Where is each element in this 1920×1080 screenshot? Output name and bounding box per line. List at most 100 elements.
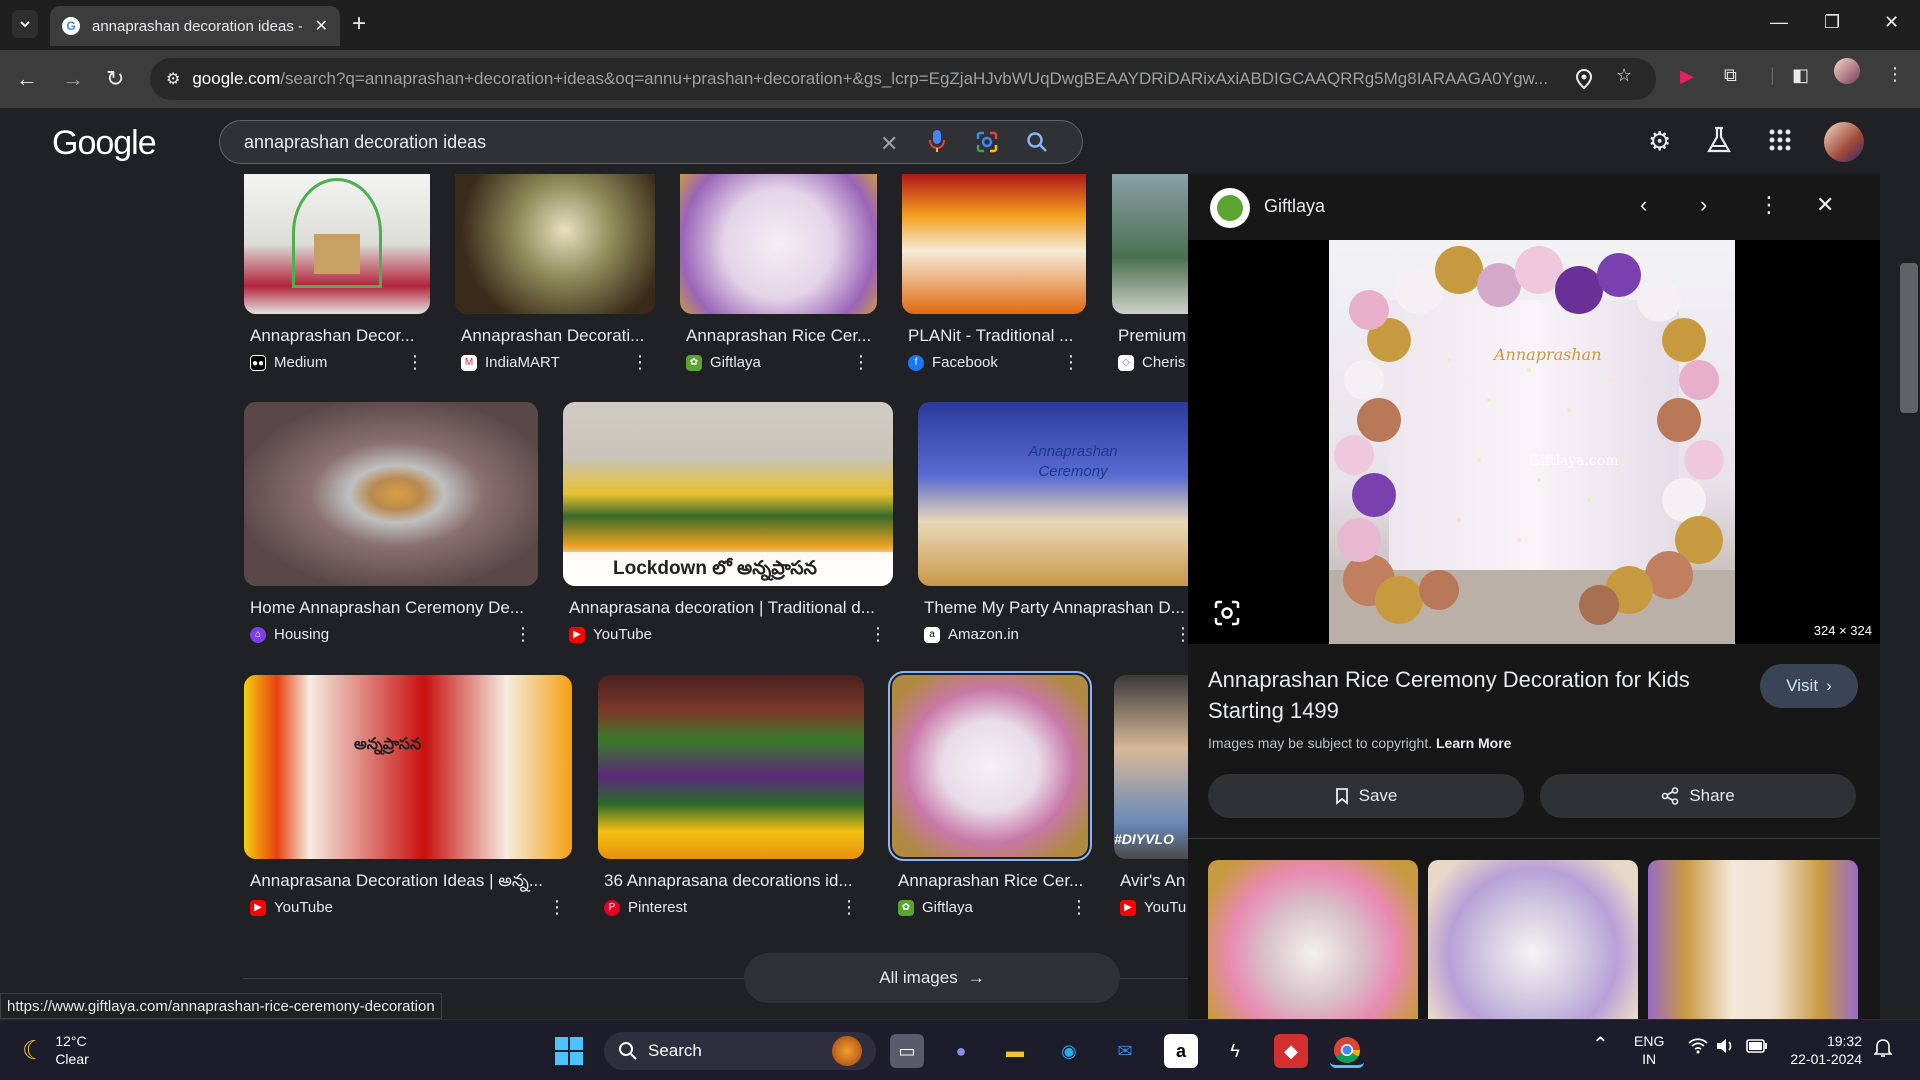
result-thumbnail[interactable]: #DIYVLO <box>1114 675 1188 859</box>
forward-icon[interactable]: → <box>62 66 84 92</box>
result-more-icon[interactable]: ⋮ <box>852 352 870 373</box>
result-more-icon[interactable]: ⋮ <box>514 624 532 645</box>
winamp-icon[interactable]: ϟ <box>1218 1034 1252 1068</box>
share-button[interactable]: Share <box>1540 774 1856 818</box>
result-more-icon[interactable]: ⋮ <box>1174 624 1188 645</box>
lens-search-icon[interactable] <box>976 131 998 159</box>
tab-search-button[interactable] <box>12 10 38 38</box>
google-apps-icon[interactable] <box>1768 128 1792 159</box>
result-caption[interactable]: Annaprasana Decoration Ideas | అన్న... <box>250 871 570 895</box>
result-thumbnail[interactable] <box>1112 174 1188 314</box>
related-image[interactable] <box>1428 860 1638 1019</box>
all-images-button[interactable]: All images → <box>744 953 1120 1003</box>
result-more-icon[interactable]: ⋮ <box>869 624 887 645</box>
google-account-avatar[interactable] <box>1824 122 1864 162</box>
result-source[interactable]: ●● Medium <box>250 354 327 371</box>
result-source[interactable]: ⌂ Housing <box>250 626 329 643</box>
scrollbar-thumb[interactable] <box>1900 263 1918 413</box>
volume-icon[interactable] <box>1716 1038 1734 1058</box>
mail-icon[interactable]: ✉ <box>1108 1034 1142 1068</box>
result-more-icon[interactable]: ⋮ <box>1070 897 1088 918</box>
search-box[interactable]: ✕ <box>219 120 1083 164</box>
previous-image-icon[interactable]: ‹ <box>1640 192 1647 218</box>
bookmark-star-icon[interactable]: ☆ <box>1616 65 1632 86</box>
result-caption[interactable]: PLANit - Traditional ... <box>908 326 1086 346</box>
search-inside-image-icon[interactable] <box>1214 600 1240 633</box>
result-caption[interactable]: Annaprashan Rice Cer... <box>686 326 876 346</box>
result-more-icon[interactable]: ⋮ <box>631 352 649 373</box>
result-thumbnail[interactable]: Annaprashan Ceremony <box>918 402 1188 586</box>
anydesk-icon[interactable]: ◆ <box>1274 1034 1308 1068</box>
search-icon[interactable] <box>1026 131 1048 159</box>
task-view-icon[interactable]: ▭ <box>890 1034 924 1068</box>
start-menu-icon[interactable] <box>552 1034 586 1068</box>
result-caption[interactable]: Premium <box>1118 326 1188 346</box>
result-thumbnail[interactable]: Lockdown లో అన్నప్రాసన <box>563 402 893 586</box>
result-thumbnail[interactable]: అన్నప్రాసన <box>244 675 572 859</box>
back-icon[interactable]: ← <box>16 66 38 92</box>
url-text[interactable]: google.com/search?q=annaprashan+decorati… <box>192 69 1572 89</box>
result-caption[interactable]: Home Annaprashan Ceremony De... <box>250 598 536 618</box>
search-input[interactable] <box>244 131 844 153</box>
result-source[interactable]: ▶ YouTu <box>1120 899 1186 916</box>
edge-browser-icon[interactable]: ◉ <box>1052 1034 1086 1068</box>
extension-arrow-icon[interactable]: ▶ <box>1680 66 1694 87</box>
result-thumbnail[interactable] <box>598 675 864 859</box>
site-info-icon[interactable]: ⚙ <box>166 69 180 89</box>
result-source[interactable]: P Pinterest <box>604 899 687 916</box>
search-labs-icon[interactable] <box>1706 126 1732 161</box>
file-explorer-icon[interactable]: ▬ <box>998 1034 1032 1068</box>
result-thumbnail[interactable] <box>680 174 877 314</box>
battery-icon[interactable] <box>1746 1039 1768 1057</box>
result-more-icon[interactable]: ⋮ <box>406 352 424 373</box>
google-logo[interactable]: Google <box>52 124 157 163</box>
clock[interactable]: 19:32 22-01-2024 <box>1786 1032 1862 1068</box>
side-panel-icon[interactable]: ◧ <box>1792 65 1809 86</box>
related-image[interactable] <box>1208 860 1418 1019</box>
new-tab-button[interactable]: + <box>352 10 366 38</box>
result-caption[interactable]: Annaprashan Decor... <box>250 326 430 346</box>
notification-bell-icon[interactable] <box>1873 1038 1893 1062</box>
profile-avatar-small[interactable] <box>1834 58 1860 84</box>
clear-search-icon[interactable]: ✕ <box>880 131 898 157</box>
result-caption[interactable]: Annaprashan Rice Cer... <box>898 871 1088 891</box>
result-source[interactable]: ◇ Cheris <box>1118 354 1185 371</box>
giftlaya-logo-icon[interactable] <box>1210 188 1250 228</box>
result-thumbnail[interactable] <box>888 671 1092 861</box>
window-close-icon[interactable]: ✕ <box>1884 12 1899 33</box>
result-source[interactable]: ▶ YouTube <box>569 626 652 643</box>
amazon-app-icon[interactable]: a <box>1164 1034 1198 1068</box>
wifi-icon[interactable] <box>1688 1038 1708 1057</box>
weather-widget[interactable]: ☾ 12°C Clear <box>22 1032 89 1068</box>
show-hidden-icons-icon[interactable]: ⌃ <box>1592 1035 1609 1055</box>
close-panel-icon[interactable]: ✕ <box>1816 192 1834 218</box>
location-icon[interactable] <box>1575 68 1593 94</box>
taskbar-search[interactable]: Search <box>604 1032 876 1070</box>
browser-tab-active[interactable]: G annaprashan decoration ideas - Google … <box>50 6 340 46</box>
chrome-menu-icon[interactable]: ⋮ <box>1886 64 1904 85</box>
close-tab-icon[interactable]: ✕ <box>315 16 328 36</box>
visit-button[interactable]: Visit › <box>1760 664 1858 708</box>
related-image[interactable] <box>1648 860 1858 1019</box>
extensions-puzzle-icon[interactable]: ⧉ <box>1724 65 1737 86</box>
result-caption[interactable]: 36 Annaprasana decorations id... <box>604 871 864 891</box>
result-thumbnail[interactable] <box>455 174 655 314</box>
settings-gear-icon[interactable]: ⚙ <box>1648 126 1671 157</box>
panel-source-name[interactable]: Giftlaya <box>1264 196 1325 217</box>
result-source[interactable]: M IndiaMART <box>461 354 560 371</box>
result-thumbnail[interactable] <box>244 402 538 586</box>
result-caption[interactable]: Theme My Party Annaprashan D... <box>924 598 1188 618</box>
language-indicator[interactable]: ENG IN <box>1634 1032 1664 1068</box>
minimize-icon[interactable]: — <box>1770 12 1788 33</box>
result-source[interactable]: ✿ Giftlaya <box>898 899 973 916</box>
result-source[interactable]: a Amazon.in <box>924 626 1019 643</box>
result-caption[interactable]: Avir's An <box>1120 871 1188 891</box>
preview-image[interactable]: Annaprashan Giftlaya.com <box>1329 240 1735 644</box>
next-image-icon[interactable]: › <box>1700 192 1707 218</box>
result-more-icon[interactable]: ⋮ <box>1062 352 1080 373</box>
result-source[interactable]: ✿ Giftlaya <box>686 354 761 371</box>
teams-chat-icon[interactable]: ● <box>944 1034 978 1068</box>
result-thumbnail[interactable] <box>244 174 430 314</box>
panel-more-icon[interactable]: ⋮ <box>1758 192 1780 218</box>
reload-icon[interactable]: ↻ <box>106 66 124 92</box>
